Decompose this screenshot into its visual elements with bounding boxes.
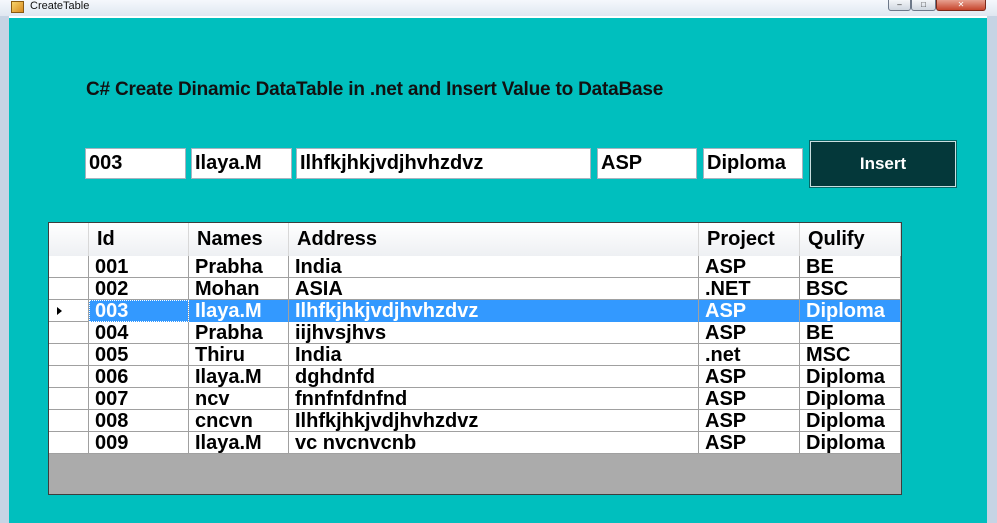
page-title: C# Create Dinamic DataTable in .net and … <box>86 79 664 100</box>
cell-project[interactable]: ASP <box>699 388 800 410</box>
cell-name[interactable]: Ilaya.M <box>189 432 289 454</box>
cell-address[interactable]: Ilhfkjhkjvdjhvhzdvz <box>289 410 699 432</box>
cell-id[interactable]: 001 <box>89 256 189 278</box>
row-header[interactable] <box>49 256 89 278</box>
cell-address[interactable]: dghdnfd <box>289 366 699 388</box>
cell-id[interactable]: 004 <box>89 322 189 344</box>
cell-id[interactable]: 003 <box>89 300 189 322</box>
cell-id[interactable]: 006 <box>89 366 189 388</box>
cell-qualify[interactable]: BE <box>800 322 901 344</box>
cell-name[interactable]: Prabha <box>189 322 289 344</box>
table-row[interactable]: 005 Thiru India .net MSC <box>49 344 901 366</box>
table-row[interactable]: 003 Ilaya.M Ilhfkjhkjvdjhvhzdvz ASP Diploma <box>49 300 901 322</box>
table-row[interactable]: 001 Prabha India ASP BE <box>49 256 901 278</box>
cell-project[interactable]: ASP <box>699 300 800 322</box>
table-row[interactable]: 007 ncv fnnfnfdnfnd ASP Diploma <box>49 388 901 410</box>
cell-name[interactable]: Ilaya.M <box>189 366 289 388</box>
cell-project[interactable]: ASP <box>699 410 800 432</box>
insert-button[interactable]: Insert <box>809 140 957 188</box>
row-header[interactable] <box>49 388 89 410</box>
minimize-button[interactable]: – <box>888 0 911 11</box>
column-header-address[interactable]: Address <box>289 223 699 256</box>
table-row[interactable]: 004 Prabha iijhvsjhvs ASP BE <box>49 322 901 344</box>
name-field[interactable]: Ilaya.M <box>191 148 292 179</box>
cell-project[interactable]: ASP <box>699 366 800 388</box>
cell-address[interactable]: Ilhfkjhkjvdjhvhzdvz <box>289 300 699 322</box>
cell-qualify[interactable]: BSC <box>800 278 901 300</box>
cell-project[interactable]: ASP <box>699 322 800 344</box>
table-row[interactable]: 009 Ilaya.M vc nvcnvcnb ASP Diploma <box>49 432 901 454</box>
qualify-field[interactable]: Diploma <box>703 148 803 179</box>
row-header[interactable] <box>49 366 89 388</box>
cell-project[interactable]: .NET <box>699 278 800 300</box>
cell-qualify[interactable]: Diploma <box>800 366 901 388</box>
row-header[interactable] <box>49 410 89 432</box>
data-grid[interactable]: Id Names Address Project Qulify 001 Prabh… <box>48 222 902 495</box>
cell-qualify[interactable]: Diploma <box>800 410 901 432</box>
cell-id[interactable]: 002 <box>89 278 189 300</box>
cell-id[interactable]: 007 <box>89 388 189 410</box>
cell-id[interactable]: 005 <box>89 344 189 366</box>
column-header-project[interactable]: Project <box>699 223 800 256</box>
cell-id[interactable]: 008 <box>89 410 189 432</box>
cell-address[interactable]: fnnfnfdnfnd <box>289 388 699 410</box>
cell-qualify[interactable]: Diploma <box>800 388 901 410</box>
cell-id[interactable]: 009 <box>89 432 189 454</box>
project-field[interactable]: ASP <box>597 148 697 179</box>
grid-header: Id Names Address Project Qulify <box>49 223 901 256</box>
cell-name[interactable]: Mohan <box>189 278 289 300</box>
cell-qualify[interactable]: Diploma <box>800 432 901 454</box>
cell-address[interactable]: India <box>289 344 699 366</box>
cell-qualify[interactable]: BE <box>800 256 901 278</box>
address-field[interactable]: Ilhfkjhkjvdjhvhzdvz <box>296 148 591 179</box>
column-header-qulify[interactable]: Qulify <box>800 223 901 256</box>
cell-name[interactable]: Prabha <box>189 256 289 278</box>
row-pointer-icon <box>57 307 62 315</box>
header-corner[interactable] <box>49 223 89 256</box>
id-field[interactable]: 003 <box>85 148 186 179</box>
row-header[interactable] <box>49 322 89 344</box>
window-title: CreateTable <box>30 0 90 12</box>
row-header[interactable] <box>49 300 89 322</box>
table-row[interactable]: 002 Mohan ASIA .NET BSC <box>49 278 901 300</box>
row-header[interactable] <box>49 344 89 366</box>
cell-qualify[interactable]: MSC <box>800 344 901 366</box>
cell-project[interactable]: ASP <box>699 256 800 278</box>
column-header-names[interactable]: Names <box>189 223 289 256</box>
cell-address[interactable]: India <box>289 256 699 278</box>
cell-project[interactable]: ASP <box>699 432 800 454</box>
close-button[interactable]: ✕ <box>936 0 986 11</box>
title-bar[interactable]: CreateTable – □ ✕ <box>0 0 997 16</box>
cell-project[interactable]: .net <box>699 344 800 366</box>
cell-name[interactable]: Ilaya.M <box>189 300 289 322</box>
cell-address[interactable]: ASIA <box>289 278 699 300</box>
window-frame-right <box>987 16 997 523</box>
cell-name[interactable]: cncvn <box>189 410 289 432</box>
row-header[interactable] <box>49 432 89 454</box>
cell-name[interactable]: Thiru <box>189 344 289 366</box>
row-header[interactable] <box>49 278 89 300</box>
cell-qualify[interactable]: Diploma <box>800 300 901 322</box>
maximize-button[interactable]: □ <box>911 0 936 11</box>
cell-address[interactable]: iijhvsjhvs <box>289 322 699 344</box>
table-row[interactable]: 006 Ilaya.M dghdnfd ASP Diploma <box>49 366 901 388</box>
window-frame-left <box>0 16 9 523</box>
column-header-id[interactable]: Id <box>89 223 189 256</box>
table-row[interactable]: 008 cncvn Ilhfkjhkjvdjhvhzdvz ASP Diploma <box>49 410 901 432</box>
cell-name[interactable]: ncv <box>189 388 289 410</box>
cell-address[interactable]: vc nvcnvcnb <box>289 432 699 454</box>
form-icon <box>11 1 24 13</box>
